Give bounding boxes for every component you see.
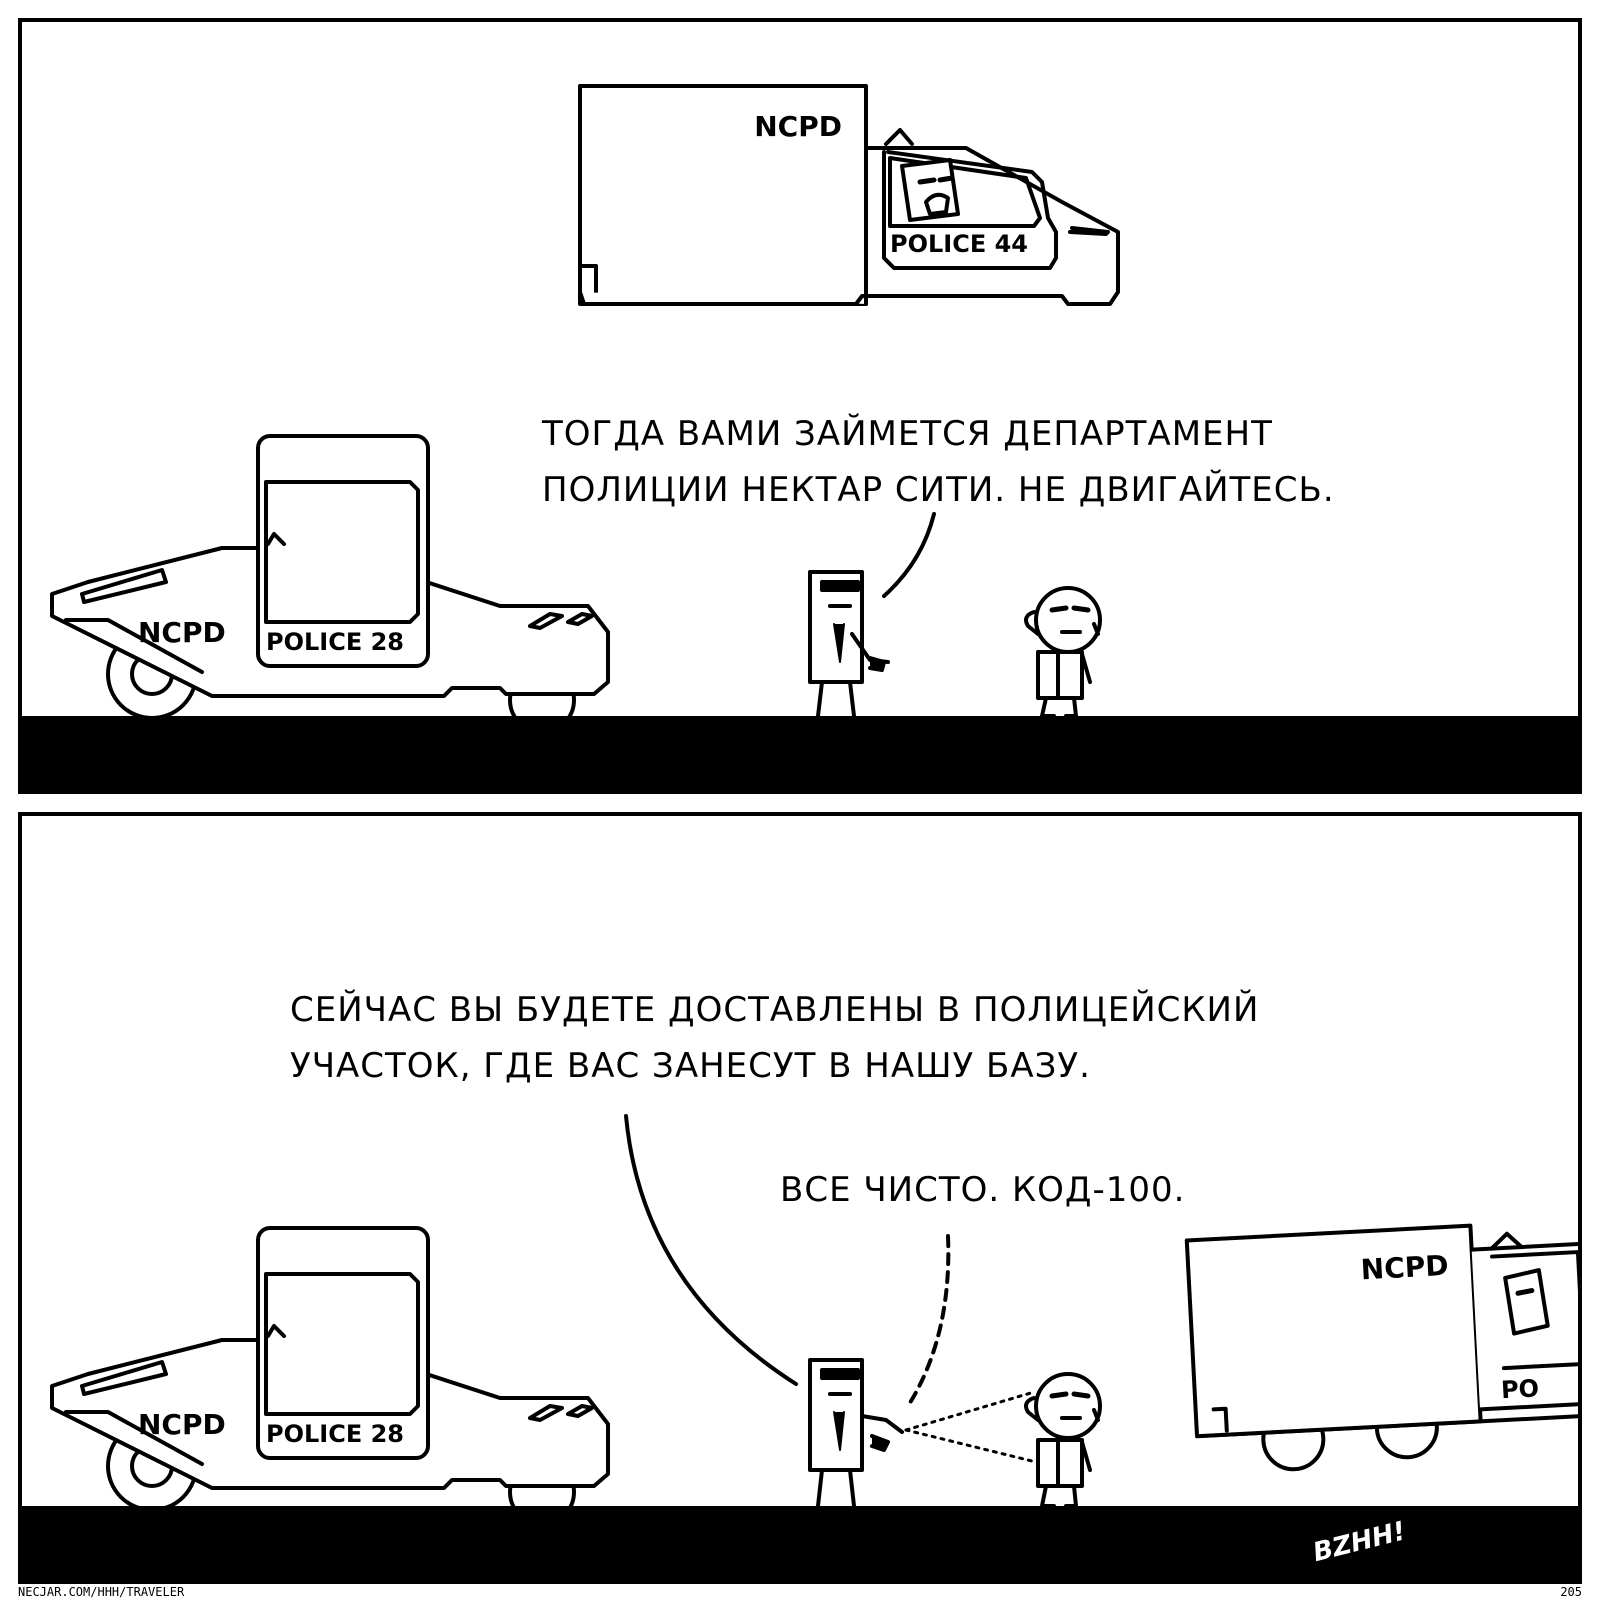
footer-url: NECJAR.COM/HHH/TRAVELER xyxy=(18,1585,185,1599)
car-plate-label: POLICE 28 xyxy=(266,1420,404,1448)
speech-bubble-text-1: ТОГДА ВАМИ ЗАЙМЕТСЯ ДЕПАРТАМЕНТ ПОЛИЦИИ … xyxy=(542,406,1335,518)
speech-bubble-text-2: СЕЙЧАС ВЫ БУДЕТЕ ДОСТАВЛЕНЫ В ПОЛИЦЕЙСКИ… xyxy=(290,982,1259,1094)
van-plate-label: POLICE 44 xyxy=(890,230,1028,258)
ground xyxy=(22,716,1578,790)
speech-line: УЧАСТОК, ГДЕ ВАС ЗАНЕСУТ В НАШУ БАЗУ. xyxy=(290,1046,1091,1086)
car-plate-label: POLICE 28 xyxy=(266,628,404,656)
speech-line: СЕЙЧАС ВЫ БУДЕТЕ ДОСТАВЛЕНЫ В ПОЛИЦЕЙСКИ… xyxy=(290,990,1260,1030)
page-number: 205 xyxy=(1560,1585,1582,1599)
speech-tail xyxy=(882,512,936,598)
patrol-car: NCPD POLICE 28 xyxy=(50,1226,610,1526)
comic-panel-1: NCPD POLICE 44 NCPD POLICE 28 ТОГДА ВАМИ… xyxy=(18,18,1582,794)
patrol-car: NCPD POLICE 28 xyxy=(50,434,610,734)
scan-beam xyxy=(904,1390,1038,1464)
speech-tail xyxy=(624,1114,798,1386)
hover-van: NCPD POLICE 44 xyxy=(578,84,1120,306)
radio-tail xyxy=(906,1234,951,1408)
car-brand-label: NCPD xyxy=(138,1408,226,1441)
van-plate-label: PO xyxy=(1500,1374,1539,1404)
van-brand-label: NCPD xyxy=(1360,1249,1449,1287)
speech-line: ПОЛИЦИИ НЕКТАР СИТИ. НЕ ДВИГАЙТЕСЬ. xyxy=(542,470,1335,510)
van-brand-label: NCPD xyxy=(754,110,842,143)
van-driver xyxy=(900,158,960,222)
car-brand-label: NCPD xyxy=(138,616,226,649)
speech-line: ТОГДА ВАМИ ЗАЙМЕТСЯ ДЕПАРТАМЕНТ xyxy=(542,414,1273,454)
comic-panel-2: NCPD POLICE 28 NCPD PO BZHH! СЕЙЧАС ВЫ Б… xyxy=(18,812,1582,1584)
suspect xyxy=(1024,1372,1102,1508)
suspect xyxy=(1024,586,1102,718)
radio-text: ВСЕ ЧИСТО. КОД-100. xyxy=(780,1170,1186,1210)
hover-van: NCPD PO xyxy=(1184,1223,1578,1472)
police-officer xyxy=(808,570,890,718)
police-officer xyxy=(808,1358,904,1508)
